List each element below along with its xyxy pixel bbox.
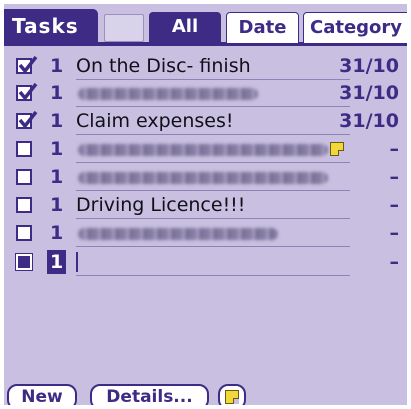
task-row[interactable]: 1– xyxy=(4,137,407,163)
checkmark-icon xyxy=(18,82,38,101)
task-description-redacted[interactable] xyxy=(78,144,328,156)
task-row[interactable]: 1 On the Disc- finish 31/10 xyxy=(4,54,407,80)
filter-date-tab[interactable]: Date xyxy=(226,12,299,44)
task-checkbox-checked[interactable] xyxy=(16,82,38,101)
checkmark-icon xyxy=(18,110,38,129)
task-description-redacted[interactable] xyxy=(78,228,278,240)
task-priority[interactable]: 1 xyxy=(50,221,63,245)
title-bar: Tasks All Date Category xyxy=(4,4,407,46)
task-row[interactable]: 1– xyxy=(4,165,407,191)
task-row[interactable]: 1 Claim expenses! 31/10 xyxy=(4,109,407,135)
row-divider xyxy=(76,246,350,247)
row-divider xyxy=(76,79,350,80)
task-checkbox-checked[interactable] xyxy=(16,110,38,129)
details-button[interactable]: Details... xyxy=(90,384,209,405)
task-priority[interactable]: 1 xyxy=(50,54,63,78)
task-checkbox[interactable] xyxy=(16,141,32,157)
task-row[interactable]: 1 31/10 xyxy=(4,81,407,107)
note-icon[interactable] xyxy=(330,142,344,156)
task-checkbox[interactable] xyxy=(15,253,33,271)
task-due-date[interactable]: – xyxy=(390,137,400,161)
row-divider xyxy=(76,218,350,219)
new-button[interactable]: New xyxy=(7,384,77,405)
task-checkbox-checked[interactable] xyxy=(16,55,38,74)
filter-all-tab[interactable]: All xyxy=(149,12,221,44)
task-due-date[interactable]: 31/10 xyxy=(339,109,399,133)
task-priority[interactable]: 1 xyxy=(50,81,63,105)
task-priority[interactable]: 1 xyxy=(50,137,63,161)
palm-screen: Tasks All Date Category 1 On the Disc- fi… xyxy=(4,4,407,405)
task-description[interactable]: Driving Licence!!! xyxy=(76,193,245,217)
title-spacer xyxy=(104,14,144,42)
task-due-date[interactable]: – xyxy=(390,193,400,217)
task-row[interactable]: 1– xyxy=(4,221,407,247)
task-row[interactable]: 1– xyxy=(4,250,407,276)
row-divider xyxy=(76,106,350,107)
task-row[interactable]: 1 Driving Licence!!! – xyxy=(4,193,407,219)
task-checkbox[interactable] xyxy=(16,197,32,213)
task-priority[interactable]: 1 xyxy=(50,193,63,217)
task-description[interactable]: On the Disc- finish xyxy=(76,54,251,78)
filter-category-tab[interactable]: Category xyxy=(303,12,407,44)
task-due-date[interactable]: – xyxy=(390,165,400,189)
note-button[interactable] xyxy=(218,384,246,405)
row-divider xyxy=(76,190,350,191)
row-divider xyxy=(76,162,350,163)
task-description[interactable]: Claim expenses! xyxy=(76,109,234,133)
app-title: Tasks xyxy=(4,9,98,46)
task-due-date[interactable]: – xyxy=(390,221,400,245)
task-due-date[interactable]: 31/10 xyxy=(339,54,399,78)
task-description-redacted[interactable] xyxy=(78,172,328,184)
task-checkbox[interactable] xyxy=(16,225,32,241)
task-due-date[interactable]: 31/10 xyxy=(339,81,399,105)
row-divider xyxy=(76,275,350,276)
task-priority[interactable]: 1 xyxy=(50,165,63,189)
row-divider xyxy=(76,134,350,135)
text-cursor xyxy=(76,252,78,272)
checkmark-icon xyxy=(18,55,38,74)
task-due-date[interactable]: – xyxy=(390,250,400,274)
task-priority[interactable]: 1 xyxy=(50,109,63,133)
task-checkbox[interactable] xyxy=(16,169,32,185)
task-priority[interactable]: 1 xyxy=(47,250,67,274)
task-description-redacted[interactable] xyxy=(78,88,258,100)
note-icon xyxy=(225,390,239,404)
